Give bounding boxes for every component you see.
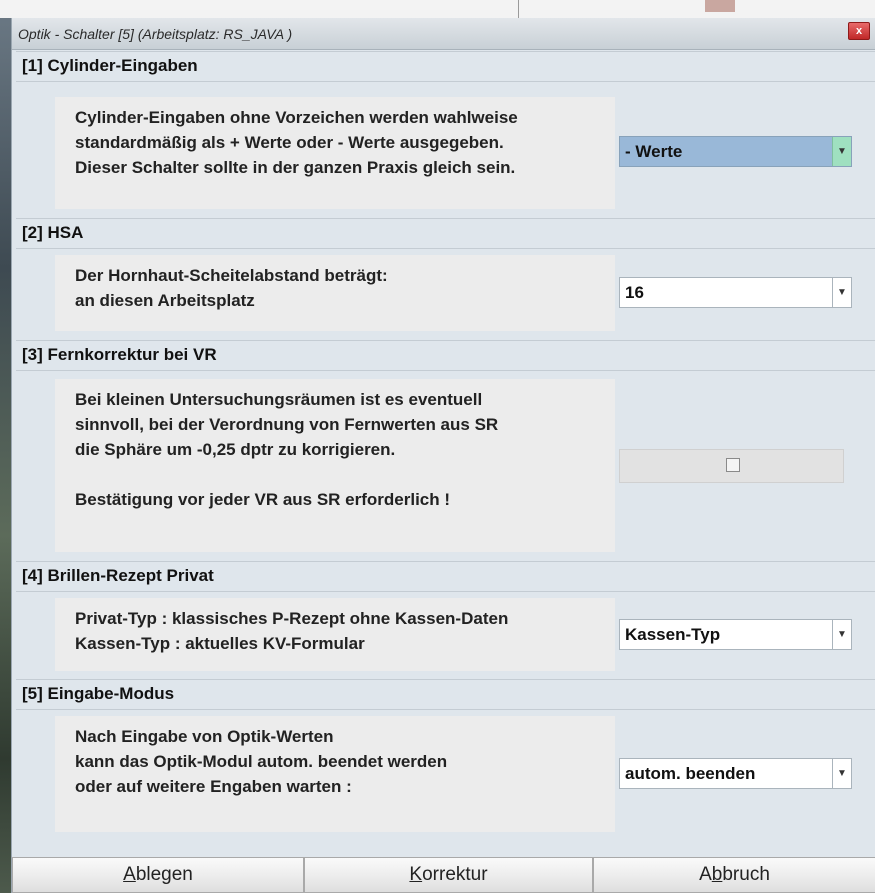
title-bar[interactable]: Optik - Schalter [5] (Arbeitsplatz: RS_J…	[12, 18, 875, 50]
button-label: bruch	[722, 864, 770, 885]
button-label: A	[699, 864, 712, 885]
section-divider	[16, 248, 875, 249]
description-line: an diesen Arbeitsplatz	[75, 291, 255, 310]
description-line: sinnvoll, bei der Verordnung von Fernwer…	[75, 415, 499, 434]
chevron-down-icon[interactable]: ▼	[832, 759, 851, 788]
optik-schalter-dialog: Optik - Schalter [5] (Arbeitsplatz: RS_J…	[11, 18, 875, 893]
chevron-down-icon[interactable]: ▼	[832, 278, 851, 307]
close-icon: x	[855, 25, 863, 37]
desktop-background-strip	[0, 0, 11, 893]
rezept-typ-dropdown[interactable]: Kassen-Typ ▼	[619, 619, 852, 650]
dropdown-value: - Werte	[625, 142, 683, 161]
section-divider	[16, 81, 875, 82]
chevron-down-icon[interactable]: ▼	[832, 620, 851, 649]
section-header-hsa: [2] HSA	[22, 223, 84, 242]
button-label: blegen	[135, 864, 193, 885]
description-fernkorrektur: Bei kleinen Untersuchungsräumen ist es e…	[55, 379, 615, 552]
description-line: Bei kleinen Untersuchungsräumen ist es e…	[75, 390, 483, 409]
dropdown-value: 16	[625, 283, 644, 302]
dropdown-value: Kassen-Typ	[625, 625, 721, 644]
description-line: kann das Optik-Modul autom. beendet werd…	[75, 752, 448, 771]
description-brillen-rezept: Privat-Typ : klassisches P-Rezept ohne K…	[55, 598, 615, 671]
description-line: Kassen-Typ : aktuelles KV-Formular	[75, 634, 365, 653]
korrektur-button[interactable]: Korrektur	[304, 857, 593, 893]
abbruch-button[interactable]: Abbruch	[593, 857, 875, 893]
description-line: standardmäßig als + Werte oder - Werte a…	[75, 133, 504, 152]
fernkorrektur-checkbox-area[interactable]	[619, 449, 844, 483]
button-bar: Ablegen Korrektur Abbruch	[12, 857, 875, 893]
section-divider	[16, 591, 875, 592]
description-line: die Sphäre um -0,25 dptr zu korrigieren.	[75, 440, 396, 459]
description-line: Privat-Typ : klassisches P-Rezept ohne K…	[75, 609, 509, 628]
chevron-down-icon[interactable]: ▼	[832, 137, 851, 166]
hsa-dropdown[interactable]: 16 ▼	[619, 277, 852, 308]
description-eingabe-modus: Nach Eingabe von Optik-Werten kann das O…	[55, 716, 615, 832]
close-button[interactable]: x	[848, 22, 870, 40]
background-divider	[518, 0, 519, 18]
description-hsa: Der Hornhaut-Scheitelabstand beträgt: an…	[55, 255, 615, 331]
ablegen-button[interactable]: Ablegen	[12, 857, 304, 893]
description-line: Bestätigung vor jeder VR aus SR erforder…	[75, 490, 451, 509]
mnemonic-letter: b	[711, 864, 723, 885]
fernkorrektur-checkbox[interactable]	[726, 458, 740, 472]
cylinder-sign-dropdown[interactable]: - Werte ▼	[619, 136, 852, 167]
section-divider	[16, 370, 875, 371]
eingabe-modus-dropdown[interactable]: autom. beenden ▼	[619, 758, 852, 789]
description-cylinder: Cylinder-Eingaben ohne Vorzeichen werden…	[55, 97, 615, 209]
window-title: Optik - Schalter [5] (Arbeitsplatz: RS_J…	[18, 26, 293, 42]
description-line: Dieser Schalter sollte in der ganzen Pra…	[75, 158, 516, 177]
background-red-tab	[705, 0, 735, 12]
button-label: orrektur	[422, 864, 488, 885]
description-line: Nach Eingabe von Optik-Werten	[75, 727, 334, 746]
background-window-edge	[0, 0, 875, 18]
dropdown-value: autom. beenden	[625, 764, 756, 783]
section-header-brillen-rezept: [4] Brillen-Rezept Privat	[22, 566, 214, 585]
description-line: Cylinder-Eingaben ohne Vorzeichen werden…	[75, 108, 518, 127]
section-divider	[16, 709, 875, 710]
description-line: oder auf weitere Engaben warten :	[75, 777, 352, 796]
description-line: Der Hornhaut-Scheitelabstand beträgt:	[75, 266, 388, 285]
section-header-cylinder: [1] Cylinder-Eingaben	[22, 56, 198, 75]
mnemonic-letter: K	[409, 864, 423, 885]
section-header-fernkorrektur: [3] Fernkorrektur bei VR	[22, 345, 217, 364]
mnemonic-letter: A	[123, 864, 136, 885]
section-header-eingabe-modus: [5] Eingabe-Modus	[22, 684, 175, 703]
